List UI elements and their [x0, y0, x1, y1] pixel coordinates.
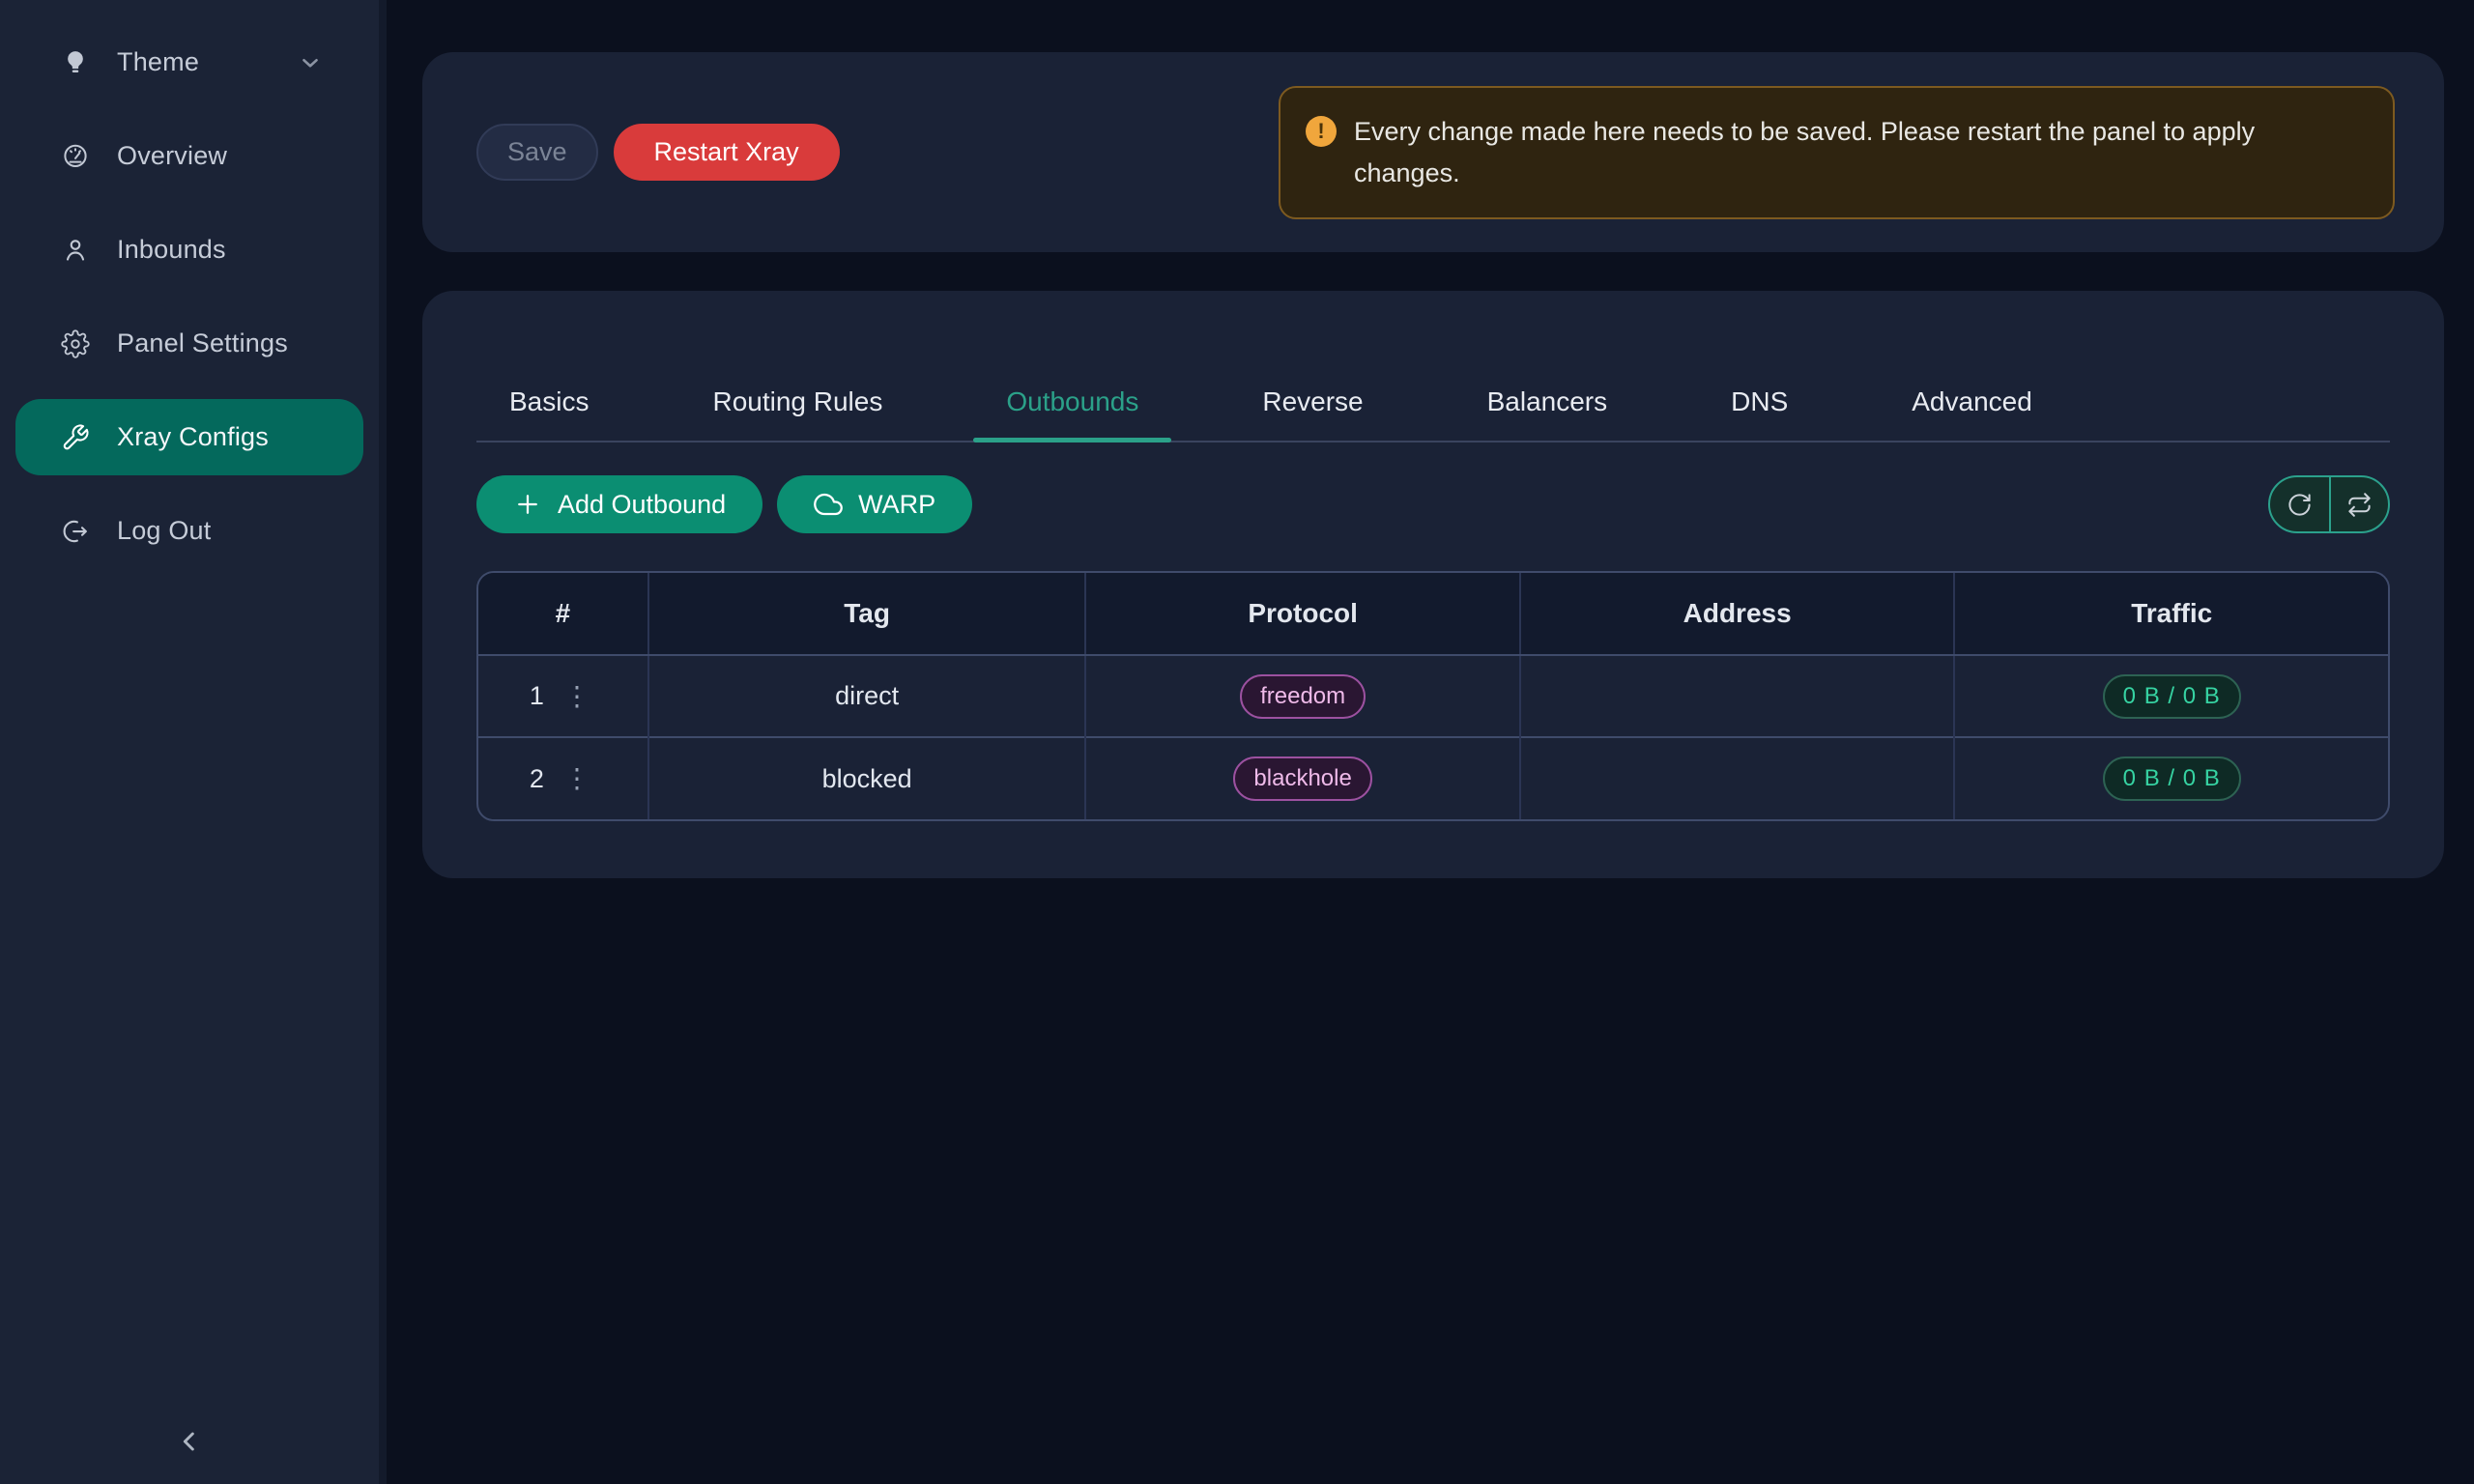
alert-text: Every change made here needs to be saved… — [1354, 111, 2358, 194]
protocol-badge: blackhole — [1233, 756, 1371, 801]
sidebar-item-panel-settings[interactable]: Panel Settings — [15, 305, 363, 382]
sidebar-item-label: Panel Settings — [117, 328, 288, 358]
row-tag: blocked — [648, 737, 1086, 819]
tab-balancers[interactable]: Balancers — [1454, 385, 1641, 441]
traffic-badge: 0 B / 0 B — [2103, 756, 2241, 801]
logout-icon — [61, 517, 90, 546]
warp-label: WARP — [858, 490, 935, 520]
tab-basics[interactable]: Basics — [476, 385, 621, 441]
user-icon — [61, 236, 90, 265]
repeat-button[interactable] — [2329, 477, 2388, 531]
row-index: 1 — [530, 681, 544, 711]
tab-dns[interactable]: DNS — [1698, 385, 1821, 441]
table-header-row: # Tag Protocol Address Traffic — [478, 573, 2388, 655]
xray-config-card: Basics Routing Rules Outbounds Reverse B… — [422, 291, 2444, 878]
sidebar-item-log-out[interactable]: Log Out — [15, 493, 363, 569]
toolbar: Save Restart Xray — [476, 124, 840, 181]
sidebar-item-label: Xray Configs — [117, 422, 269, 452]
app-root: Theme Overview Inbounds Panel Settings — [0, 0, 2474, 1484]
sidebar-item-label: Log Out — [117, 516, 211, 546]
repeat-icon — [2346, 492, 2373, 518]
warp-button[interactable]: WARP — [777, 475, 972, 533]
column-header-address: Address — [1520, 573, 1955, 655]
chevron-down-icon — [298, 50, 323, 75]
save-button[interactable]: Save — [476, 124, 598, 181]
sidebar-item-label: Overview — [117, 141, 227, 171]
add-outbound-label: Add Outbound — [558, 490, 726, 520]
plus-icon — [513, 490, 542, 519]
warning-icon: ! — [1306, 116, 1337, 147]
restart-alert: ! Every change made here needs to be sav… — [1279, 86, 2395, 219]
gear-icon — [61, 329, 90, 358]
row-address — [1520, 655, 1955, 737]
add-outbound-button[interactable]: Add Outbound — [476, 475, 762, 533]
row-menu-button[interactable]: ⋮ — [558, 761, 596, 796]
row-tag: direct — [648, 655, 1086, 737]
sidebar-item-label: Theme — [117, 47, 199, 77]
tab-bar: Basics Routing Rules Outbounds Reverse B… — [476, 291, 2390, 442]
sidebar-item-xray-configs[interactable]: Xray Configs — [15, 399, 363, 475]
save-restart-card: Save Restart Xray ! Every change made he… — [422, 52, 2444, 252]
refresh-icon — [2287, 492, 2313, 518]
tab-advanced[interactable]: Advanced — [1879, 385, 2065, 441]
restart-xray-button[interactable]: Restart Xray — [614, 124, 840, 181]
column-header-protocol: Protocol — [1085, 573, 1520, 655]
refresh-button[interactable] — [2270, 477, 2329, 531]
column-header-traffic: Traffic — [1954, 573, 2388, 655]
tab-outbounds[interactable]: Outbounds — [973, 385, 1171, 441]
column-header-index: # — [478, 573, 648, 655]
sidebar-item-label: Inbounds — [117, 235, 226, 265]
column-header-tag: Tag — [648, 573, 1086, 655]
sidebar-item-inbounds[interactable]: Inbounds — [15, 212, 363, 288]
wrench-icon — [61, 423, 90, 452]
traffic-badge: 0 B / 0 B — [2103, 674, 2241, 719]
sidebar-item-theme[interactable]: Theme — [15, 24, 363, 100]
row-index: 2 — [530, 764, 544, 794]
table-row: 2 ⋮ blocked blackhole 0 B / 0 B — [478, 737, 2388, 819]
sidebar: Theme Overview Inbounds Panel Settings — [0, 0, 387, 1484]
tab-routing-rules[interactable]: Routing Rules — [679, 385, 915, 441]
gauge-icon — [61, 142, 90, 171]
refresh-button-group — [2268, 475, 2390, 533]
row-address — [1520, 737, 1955, 819]
row-menu-button[interactable]: ⋮ — [558, 679, 596, 714]
outbounds-table: # Tag Protocol Address Traffic 1 — [476, 571, 2390, 821]
protocol-badge: freedom — [1240, 674, 1366, 719]
tab-reverse[interactable]: Reverse — [1229, 385, 1395, 441]
cloud-icon — [814, 490, 843, 519]
actions-row: Add Outbound WARP — [476, 475, 2390, 533]
table-row: 1 ⋮ direct freedom 0 B / 0 B — [478, 655, 2388, 737]
lightbulb-icon — [61, 48, 90, 77]
sidebar-item-overview[interactable]: Overview — [15, 118, 363, 194]
chevron-left-icon — [174, 1426, 205, 1460]
sidebar-collapse-button[interactable] — [160, 1418, 218, 1467]
main-content: Save Restart Xray ! Every change made he… — [387, 0, 2474, 1484]
